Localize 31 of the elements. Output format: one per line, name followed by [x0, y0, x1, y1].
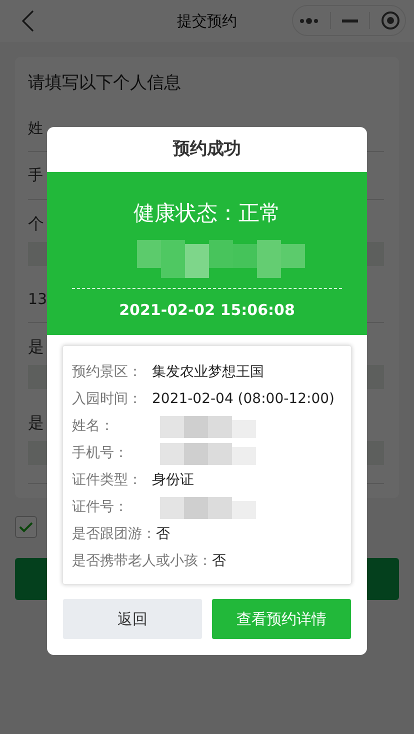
minimize-icon[interactable]	[342, 18, 358, 22]
reservation-time: 2021-02-02 15:06:08	[118, 300, 296, 320]
field-label: 手	[28, 166, 43, 184]
detail-value: 否	[156, 525, 170, 544]
detail-label: 手机号：	[72, 444, 129, 463]
detail-value: 否	[212, 552, 226, 571]
more-icon[interactable]	[298, 18, 318, 24]
field-label: 是	[28, 413, 44, 432]
health-status: 健康状态：正常	[132, 200, 282, 227]
dialog-title: 预约成功	[173, 138, 241, 161]
detail-value: 集发农业梦想王国	[152, 363, 264, 382]
page-title: 提交预约	[177, 10, 237, 32]
close-icon[interactable]	[380, 11, 400, 30]
detail-value: 身份证	[152, 471, 194, 490]
back-icon[interactable]	[22, 10, 34, 32]
check-icon	[19, 522, 33, 532]
field-label: 个	[28, 214, 44, 232]
field-label: 姓	[28, 118, 43, 136]
detail-value: 2021-02-04 (08:00-12:00)	[152, 390, 334, 409]
detail-label: 证件号：	[72, 498, 129, 517]
back-button[interactable]: 返回	[63, 599, 202, 639]
field-label: 是	[28, 337, 44, 356]
detail-label: 证件类型：	[72, 471, 143, 490]
detail-label: 入园时间：	[72, 390, 143, 409]
detail-label: 姓名：	[72, 417, 115, 436]
field-label: 13	[28, 290, 48, 308]
detail-label: 是否携带老人或小孩：	[72, 552, 212, 571]
detail-label: 是否跟团游：	[72, 525, 156, 544]
detail-label: 预约景区：	[72, 363, 143, 382]
agree-checkbox[interactable]	[15, 516, 37, 538]
form-heading: 请填写以下个人信息	[28, 72, 182, 95]
